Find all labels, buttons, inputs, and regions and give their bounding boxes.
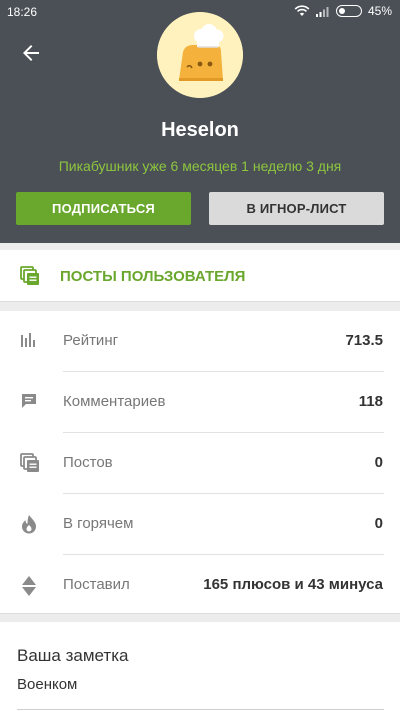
stat-label: Постов [63,454,113,471]
stat-row-comments: Комментариев 118 [0,372,400,433]
bar-chart-icon [20,331,38,354]
stat-label: Комментариев [63,393,166,410]
note-underline [17,709,384,710]
posts-stack-icon [20,266,40,291]
up-down-arrows-icon [20,575,38,602]
arrow-left-icon[interactable] [19,41,43,65]
comment-icon [20,392,38,415]
stat-value: 0 [374,515,383,532]
battery-icon [335,5,362,17]
subscribe-button[interactable]: Подписаться [16,192,191,225]
stat-label: Рейтинг [63,332,119,349]
stat-label: Поставил [63,576,130,593]
note-input[interactable]: Военком [17,676,77,693]
profile-header: 18:26 45% Heselon Пикабушник уже 6 месяц… [0,0,400,243]
battery-percent: 45% [367,4,392,18]
status-time: 18:26 [7,5,38,19]
user-posts-link[interactable]: Посты пользователя [0,250,400,302]
stat-value: 118 [358,393,383,410]
user-note: Ваша заметка Военком [0,622,400,711]
signal-icon [315,5,330,17]
stat-value: 165 плюсов и 43 минуса [203,576,383,593]
username: Heselon [161,119,239,141]
stat-value: 0 [374,454,383,471]
avatar [157,12,243,98]
status-right-group: 45% [294,4,392,18]
ignore-list-button[interactable]: В игнор-лист [209,192,384,225]
stat-row-hot: В горячем 0 [0,494,400,555]
stat-row-rating: Рейтинг 713.5 [0,311,400,372]
chef-hat-avatar-icon [157,12,243,98]
member-since-text: Пикабушник уже 6 месяцев 1 неделю 3 дня [58,158,342,174]
stats-list: Рейтинг 713.5 Комментариев 118 Постов 0 … [0,311,400,614]
stat-row-posts: Постов 0 [0,433,400,494]
stat-label: В горячем [63,515,134,532]
stat-row-votes: Поставил 165 плюсов и 43 минуса [0,555,400,616]
stat-value: 713.5 [345,332,383,349]
note-title: Ваша заметка [17,646,129,665]
flame-icon [20,514,38,539]
wifi-icon [294,5,310,17]
posts-stack-icon [20,453,40,478]
user-posts-label: Посты пользователя [60,268,246,285]
